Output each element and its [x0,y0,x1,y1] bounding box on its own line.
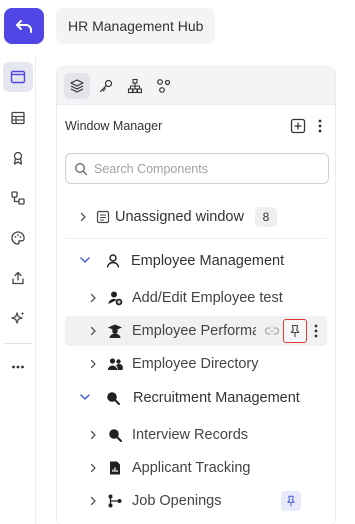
window-label: Job Openings [132,493,222,509]
rail-workflow-button[interactable] [3,183,33,213]
more-vertical-icon[interactable] [313,118,327,134]
chevron-right-icon[interactable] [87,325,99,337]
back-button[interactable] [4,8,44,44]
more-horizontal-icon [12,365,24,369]
window-manager-title: Window Manager [65,119,163,133]
search-icon [107,427,123,443]
rail-table-button[interactable] [3,103,33,133]
pin-icon [287,495,295,507]
group-label: Recruitment Management [133,390,300,406]
file-chart-icon [107,460,123,476]
chevron-right-icon[interactable] [87,462,99,474]
search-icon [105,390,121,406]
graduate-icon [107,323,123,339]
window-label: Employee Performance Review [132,323,256,339]
window-icon [10,70,26,84]
window-employee-directory[interactable]: Employee Directory [57,349,335,379]
pin-button[interactable] [283,319,307,343]
window-manager-panel: Window Manager Unassigned window 8 Emplo… [56,66,336,524]
list-icon [95,209,111,225]
unassigned-window-row[interactable]: Unassigned window 8 [57,202,335,232]
hierarchy-icon [127,78,143,94]
pinned-indicator[interactable] [281,491,301,511]
window-label: Applicant Tracking [132,460,251,476]
chevron-right-icon[interactable] [77,211,89,223]
window-interview-records[interactable]: Interview Records [57,420,335,450]
rail-award-button[interactable] [3,143,33,173]
chevron-down-icon[interactable] [79,391,91,403]
app-title: HR Management Hub [56,8,216,44]
tool-layers-button[interactable] [64,73,90,99]
pin-icon [290,324,300,337]
window-label: Add/Edit Employee test [132,290,283,306]
rail-theme-button[interactable] [3,223,33,253]
nodes-icon [157,79,171,93]
tool-nodes-button[interactable] [151,73,177,99]
panel-toolbar [57,67,335,105]
chevron-right-icon[interactable] [87,495,99,507]
award-icon [13,151,23,165]
key-icon [99,79,113,93]
workflow-icon [11,191,25,205]
users-icon [107,356,123,372]
undo-arrow-icon [16,20,32,33]
search-icon [75,162,88,175]
unlink-icon[interactable] [261,320,283,342]
user-icon [105,253,121,269]
branch-icon [107,493,123,509]
window-applicant-tracking[interactable]: Applicant Tracking [57,453,335,483]
sparkle-icon [11,311,25,324]
group-employee-management[interactable]: Employee Management [57,246,335,276]
chevron-right-icon[interactable] [87,358,99,370]
share-upload-icon [12,271,24,285]
window-add-edit-employee[interactable]: Add/Edit Employee test [57,283,335,313]
add-window-icon[interactable] [290,118,306,134]
tool-hierarchy-button[interactable] [122,73,148,99]
rail-divider [4,343,32,344]
chevron-right-icon[interactable] [87,429,99,441]
rail-ai-button[interactable] [3,303,33,333]
group-label: Employee Management [131,253,285,269]
search-box[interactable] [65,153,329,184]
left-rail [0,56,36,524]
tool-key-button[interactable] [93,73,119,99]
group-recruitment-management[interactable]: Recruitment Management [57,383,335,413]
rail-more-button[interactable] [3,352,33,382]
chevron-down-icon[interactable] [79,254,91,266]
window-label: Interview Records [132,427,249,443]
row-actions [255,316,327,346]
more-vertical-icon[interactable] [305,320,327,342]
unassigned-window-label: Unassigned window [115,209,244,225]
palette-icon [11,231,25,245]
window-label: Employee Directory [132,356,259,372]
rail-share-button[interactable] [3,263,33,293]
unassigned-count-badge: 8 [255,207,277,227]
window-job-openings[interactable]: Job Openings [57,486,335,516]
user-add-icon [107,290,123,306]
rail-window-button[interactable] [3,62,33,92]
layers-icon [70,79,84,93]
window-employee-performance[interactable]: Employee Performance Review [65,316,327,346]
section-divider [65,238,327,239]
table-icon [11,111,25,125]
chevron-right-icon[interactable] [87,292,99,304]
search-input[interactable] [94,161,314,176]
